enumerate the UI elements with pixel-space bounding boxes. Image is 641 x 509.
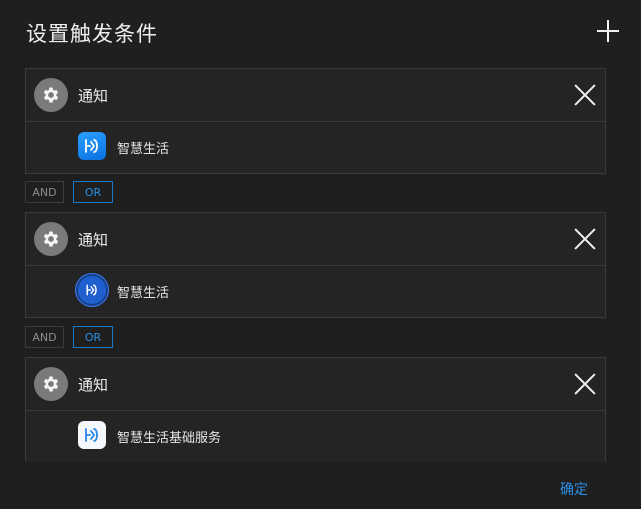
and-button[interactable]: AND — [25, 326, 64, 348]
condition-card-3: 通知 智慧生活基础服务 — [25, 357, 606, 462]
smart-life-basic-service-app-icon — [78, 421, 106, 449]
or-button[interactable]: OR — [73, 326, 113, 348]
dialog-title: 设置触发条件 — [26, 22, 158, 46]
app-name: 智慧生活 — [117, 286, 170, 301]
condition-type-label: 通知 — [78, 87, 109, 105]
condition-app-row[interactable]: 智慧生活基础服务 — [26, 411, 605, 462]
condition-card-2: 通知 智慧生活 — [25, 212, 606, 318]
close-icon[interactable] — [573, 227, 597, 251]
logic-selector-2: AND OR — [25, 326, 113, 348]
smart-life-round-app-icon — [78, 276, 106, 304]
gear-icon — [34, 367, 68, 401]
condition-header[interactable]: 通知 — [26, 69, 605, 122]
app-name: 智慧生活基础服务 — [117, 431, 222, 446]
close-icon[interactable] — [573, 372, 597, 396]
condition-card-1: 通知 智慧生活 — [25, 68, 606, 174]
smart-life-app-icon — [78, 132, 106, 160]
condition-app-row[interactable]: 智慧生活 — [26, 266, 605, 317]
and-button[interactable]: AND — [25, 181, 64, 203]
or-button[interactable]: OR — [73, 181, 113, 203]
close-icon[interactable] — [573, 83, 597, 107]
condition-type-label: 通知 — [78, 376, 109, 394]
confirm-button[interactable]: 确定 — [560, 479, 588, 499]
condition-list[interactable]: 通知 智慧生活 AND OR 通知 智慧生活 AND OR 通知 智慧生活基础服… — [0, 68, 641, 462]
trigger-condition-dialog: 设置触发条件 通知 智慧生活 AND OR 通知 智慧生活 AND OR 通知 … — [0, 0, 641, 509]
add-condition-button[interactable] — [597, 20, 619, 42]
app-name: 智慧生活 — [117, 142, 170, 157]
gear-icon — [34, 222, 68, 256]
condition-type-label: 通知 — [78, 231, 109, 249]
dialog-footer: 确定 — [0, 462, 641, 509]
gear-icon — [34, 78, 68, 112]
condition-header[interactable]: 通知 — [26, 213, 605, 266]
condition-header[interactable]: 通知 — [26, 358, 605, 411]
condition-app-row[interactable]: 智慧生活 — [26, 122, 605, 173]
logic-selector-1: AND OR — [25, 181, 113, 203]
